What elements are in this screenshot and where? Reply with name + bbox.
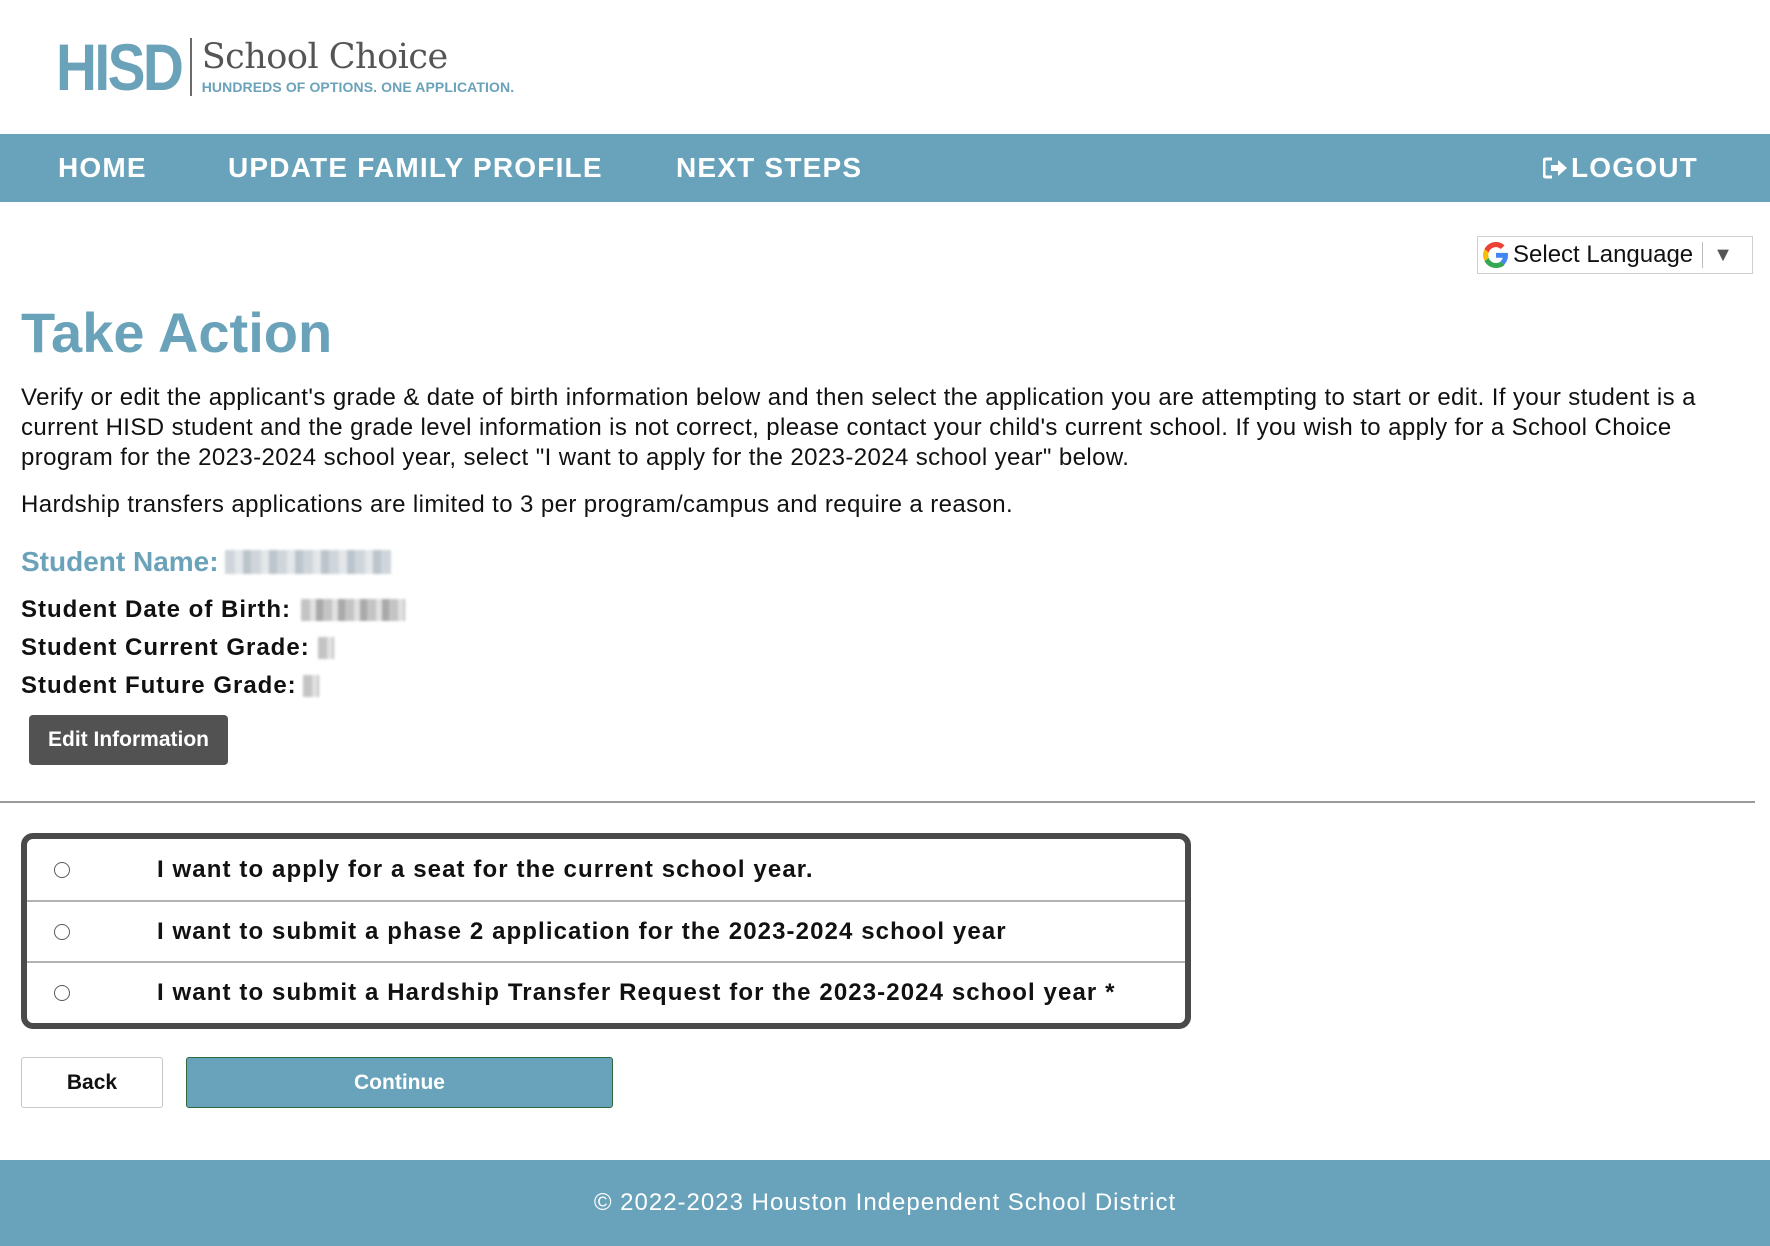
student-dob-row: Student Date of Birth:: [21, 596, 405, 624]
hisd-school-choice-logo[interactable]: HISD School Choice HUNDREDS OF OPTIONS. …: [56, 34, 514, 100]
student-future-grade-label: Student Future Grade:: [21, 672, 297, 699]
section-divider: [0, 801, 1755, 803]
student-name-label: Student Name:: [21, 546, 219, 577]
student-current-grade-label: Student Current Grade:: [21, 634, 310, 661]
option-label: I want to apply for a seat for the curre…: [157, 855, 814, 883]
chevron-down-icon: ▼: [1713, 243, 1733, 266]
option-phase-2[interactable]: I want to submit a phase 2 application f…: [27, 900, 1185, 961]
logo-tagline: HUNDREDS OF OPTIONS. ONE APPLICATION.: [201, 79, 515, 96]
nav-next-steps[interactable]: NEXT STEPS: [676, 134, 862, 202]
student-name-row: Student Name:: [21, 546, 391, 578]
student-future-grade-value-redacted: [302, 675, 319, 697]
radio-current-year[interactable]: [54, 861, 70, 878]
intro-text: Verify or edit the applicant's grade & d…: [21, 384, 1696, 471]
option-hardship-transfer[interactable]: I want to submit a Hardship Transfer Req…: [27, 961, 1185, 1022]
application-options: I want to apply for a seat for the curre…: [21, 833, 1191, 1029]
page-title: Take Action: [21, 301, 333, 364]
site-footer: © 2022-2023 Houston Independent School D…: [0, 1160, 1770, 1246]
student-current-grade-row: Student Current Grade:: [21, 634, 334, 662]
logout-link[interactable]: LOGOUT: [1543, 134, 1698, 202]
logo-mark: HISD: [56, 30, 184, 104]
student-dob-label: Student Date of Birth:: [21, 596, 291, 623]
student-dob-value-redacted: [300, 599, 405, 621]
student-name-value-redacted: [224, 550, 391, 574]
language-separator: [1702, 242, 1704, 268]
hardship-note: Hardship transfers applications are limi…: [21, 491, 1014, 518]
main-nav: HOME UPDATE FAMILY PROFILE NEXT STEPS LO…: [0, 134, 1770, 202]
edit-information-button[interactable]: Edit Information: [29, 715, 228, 765]
site-header: HISD School Choice HUNDREDS OF OPTIONS. …: [0, 0, 1770, 134]
logout-label: LOGOUT: [1571, 152, 1698, 183]
nav-home[interactable]: HOME: [58, 134, 147, 202]
logo-text: School Choice HUNDREDS OF OPTIONS. ONE A…: [201, 36, 515, 96]
logo-divider: [189, 38, 192, 96]
copyright-text: © 2022-2023 Houston Independent School D…: [593, 1189, 1177, 1216]
continue-button[interactable]: Continue: [186, 1057, 613, 1108]
logo-title: School Choice: [201, 36, 448, 77]
back-button[interactable]: Back: [21, 1057, 163, 1108]
option-label: I want to submit a phase 2 application f…: [157, 917, 1007, 945]
language-select[interactable]: Select Language ▼: [1477, 236, 1753, 274]
language-label: Select Language: [1513, 241, 1694, 268]
radio-phase-2[interactable]: [54, 923, 70, 940]
option-label: I want to submit a Hardship Transfer Req…: [157, 978, 1116, 1006]
radio-hardship-transfer[interactable]: [54, 984, 70, 1001]
student-future-grade-row: Student Future Grade:: [21, 672, 319, 700]
option-current-year[interactable]: I want to apply for a seat for the curre…: [27, 839, 1185, 900]
logout-icon: [1543, 157, 1567, 179]
student-current-grade-value-redacted: [317, 637, 334, 659]
nav-update-family-profile[interactable]: UPDATE FAMILY PROFILE: [228, 134, 603, 202]
google-icon: [1483, 242, 1508, 268]
